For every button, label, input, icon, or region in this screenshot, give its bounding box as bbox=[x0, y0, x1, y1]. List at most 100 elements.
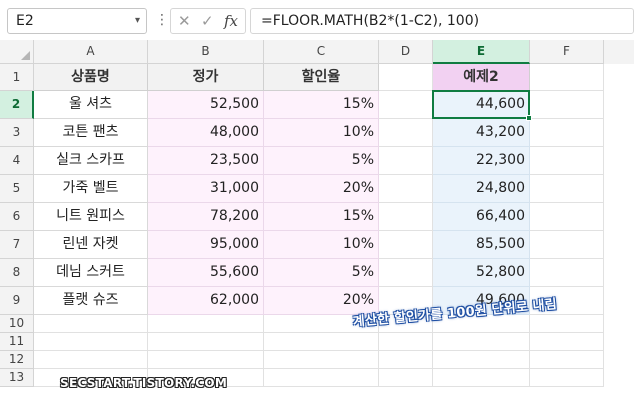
name-box[interactable]: E2 ▾ bbox=[7, 8, 147, 34]
empty-cell[interactable] bbox=[379, 119, 433, 147]
empty-cell[interactable] bbox=[530, 231, 604, 259]
price-cell[interactable]: 48,000 bbox=[148, 119, 264, 147]
header-cell-discount[interactable]: 할인율 bbox=[264, 64, 379, 91]
empty-cell[interactable] bbox=[530, 64, 604, 91]
formula-bar: E2 ▾ ⋮ ✕ ✓ fx =FLOOR.MATH(B2*(1-C2), 100… bbox=[0, 0, 634, 40]
row-header-10[interactable]: 10 bbox=[0, 315, 34, 333]
discount-cell[interactable]: 10% bbox=[264, 231, 379, 259]
product-name-cell[interactable]: 실크 스카프 bbox=[34, 147, 148, 175]
empty-cell[interactable] bbox=[530, 259, 604, 287]
result-cell[interactable]: 52,800 bbox=[433, 259, 530, 287]
empty-cell[interactable] bbox=[379, 259, 433, 287]
vertical-dots-icon[interactable]: ⋮ bbox=[155, 8, 169, 34]
column-header-e[interactable]: E bbox=[433, 40, 530, 64]
chevron-down-icon[interactable]: ▾ bbox=[135, 9, 140, 33]
empty-cell[interactable] bbox=[379, 333, 433, 351]
discount-cell[interactable]: 15% bbox=[264, 203, 379, 231]
discount-cell[interactable]: 15% bbox=[264, 91, 379, 119]
price-cell[interactable]: 95,000 bbox=[148, 231, 264, 259]
empty-cell[interactable] bbox=[530, 315, 604, 333]
product-name-cell[interactable]: 가죽 벨트 bbox=[34, 175, 148, 203]
insert-function-icon[interactable]: fx bbox=[224, 9, 238, 33]
empty-cell[interactable] bbox=[530, 147, 604, 175]
column-header-a[interactable]: A bbox=[34, 40, 148, 64]
check-icon[interactable]: ✓ bbox=[201, 9, 214, 33]
header-cell-price[interactable]: 정가 bbox=[148, 64, 264, 91]
price-cell[interactable]: 31,000 bbox=[148, 175, 264, 203]
column-header-d[interactable]: D bbox=[379, 40, 433, 64]
empty-cell[interactable] bbox=[264, 369, 379, 387]
empty-cell[interactable] bbox=[148, 333, 264, 351]
empty-cell[interactable] bbox=[34, 315, 148, 333]
select-all-corner[interactable] bbox=[0, 40, 34, 64]
product-name-cell[interactable]: 린넨 자켓 bbox=[34, 231, 148, 259]
empty-cell[interactable] bbox=[379, 369, 433, 387]
empty-cell[interactable] bbox=[264, 333, 379, 351]
column-header-c[interactable]: C bbox=[264, 40, 379, 64]
empty-cell[interactable] bbox=[433, 351, 530, 369]
empty-cell[interactable] bbox=[530, 203, 604, 231]
row-header-8[interactable]: 8 bbox=[0, 259, 34, 287]
row-header-5[interactable]: 5 bbox=[0, 175, 34, 203]
empty-cell[interactable] bbox=[379, 231, 433, 259]
formula-input[interactable]: =FLOOR.MATH(B2*(1-C2), 100) bbox=[250, 8, 634, 34]
result-cell[interactable]: 43,200 bbox=[433, 119, 530, 147]
empty-cell[interactable] bbox=[530, 333, 604, 351]
empty-cell[interactable] bbox=[379, 147, 433, 175]
close-icon[interactable]: ✕ bbox=[178, 9, 191, 33]
row-header-12[interactable]: 12 bbox=[0, 351, 34, 369]
empty-cell[interactable] bbox=[530, 91, 604, 119]
empty-cell[interactable] bbox=[379, 175, 433, 203]
empty-cell[interactable] bbox=[148, 315, 264, 333]
empty-cell[interactable] bbox=[433, 369, 530, 387]
empty-cell[interactable] bbox=[379, 351, 433, 369]
row-header-7[interactable]: 7 bbox=[0, 231, 34, 259]
row-header-13[interactable]: 13 bbox=[0, 369, 34, 387]
price-cell[interactable]: 55,600 bbox=[148, 259, 264, 287]
result-cell[interactable]: 85,500 bbox=[433, 231, 530, 259]
empty-cell[interactable] bbox=[530, 369, 604, 387]
empty-cell[interactable] bbox=[34, 351, 148, 369]
price-cell[interactable]: 52,500 bbox=[148, 91, 264, 119]
row-header-1[interactable]: 1 bbox=[0, 64, 34, 91]
fill-handle[interactable] bbox=[526, 115, 532, 121]
row-header-11[interactable]: 11 bbox=[0, 333, 34, 351]
price-cell[interactable]: 62,000 bbox=[148, 287, 264, 315]
product-name-cell[interactable]: 코튼 팬츠 bbox=[34, 119, 148, 147]
price-cell[interactable]: 23,500 bbox=[148, 147, 264, 175]
watermark: SECSTART.TISTORY.COM bbox=[60, 376, 228, 390]
product-name-cell[interactable]: 니트 원피스 bbox=[34, 203, 148, 231]
row-header-4[interactable]: 4 bbox=[0, 147, 34, 175]
empty-cell[interactable] bbox=[530, 175, 604, 203]
result-cell[interactable]: 22,300 bbox=[433, 147, 530, 175]
empty-cell[interactable] bbox=[530, 119, 604, 147]
row-header-2[interactable]: 2 bbox=[0, 91, 34, 119]
row-header-3[interactable]: 3 bbox=[0, 119, 34, 147]
product-name-cell[interactable]: 플랫 슈즈 bbox=[34, 287, 148, 315]
result-cell[interactable]: 44,600 bbox=[433, 91, 530, 119]
empty-cell[interactable] bbox=[264, 351, 379, 369]
discount-cell[interactable]: 5% bbox=[264, 147, 379, 175]
row-header-9[interactable]: 9 bbox=[0, 287, 34, 315]
result-cell[interactable]: 66,400 bbox=[433, 203, 530, 231]
discount-cell[interactable]: 10% bbox=[264, 119, 379, 147]
header-cell-name[interactable]: 상품명 bbox=[34, 64, 148, 91]
formula-actions: ✕ ✓ fx bbox=[170, 8, 246, 34]
row-header-6[interactable]: 6 bbox=[0, 203, 34, 231]
discount-cell[interactable]: 5% bbox=[264, 259, 379, 287]
empty-cell[interactable] bbox=[148, 351, 264, 369]
product-name-cell[interactable]: 데님 스커트 bbox=[34, 259, 148, 287]
empty-cell[interactable] bbox=[433, 333, 530, 351]
price-cell[interactable]: 78,200 bbox=[148, 203, 264, 231]
empty-cell[interactable] bbox=[379, 203, 433, 231]
column-header-f[interactable]: F bbox=[530, 40, 604, 64]
product-name-cell[interactable]: 울 셔츠 bbox=[34, 91, 148, 119]
empty-cell[interactable] bbox=[34, 333, 148, 351]
empty-cell[interactable] bbox=[530, 351, 604, 369]
header-cell-example[interactable]: 예제2 bbox=[433, 64, 530, 91]
empty-cell[interactable] bbox=[379, 64, 433, 91]
discount-cell[interactable]: 20% bbox=[264, 175, 379, 203]
column-header-b[interactable]: B bbox=[148, 40, 264, 64]
result-cell[interactable]: 24,800 bbox=[433, 175, 530, 203]
empty-cell[interactable] bbox=[379, 91, 433, 119]
